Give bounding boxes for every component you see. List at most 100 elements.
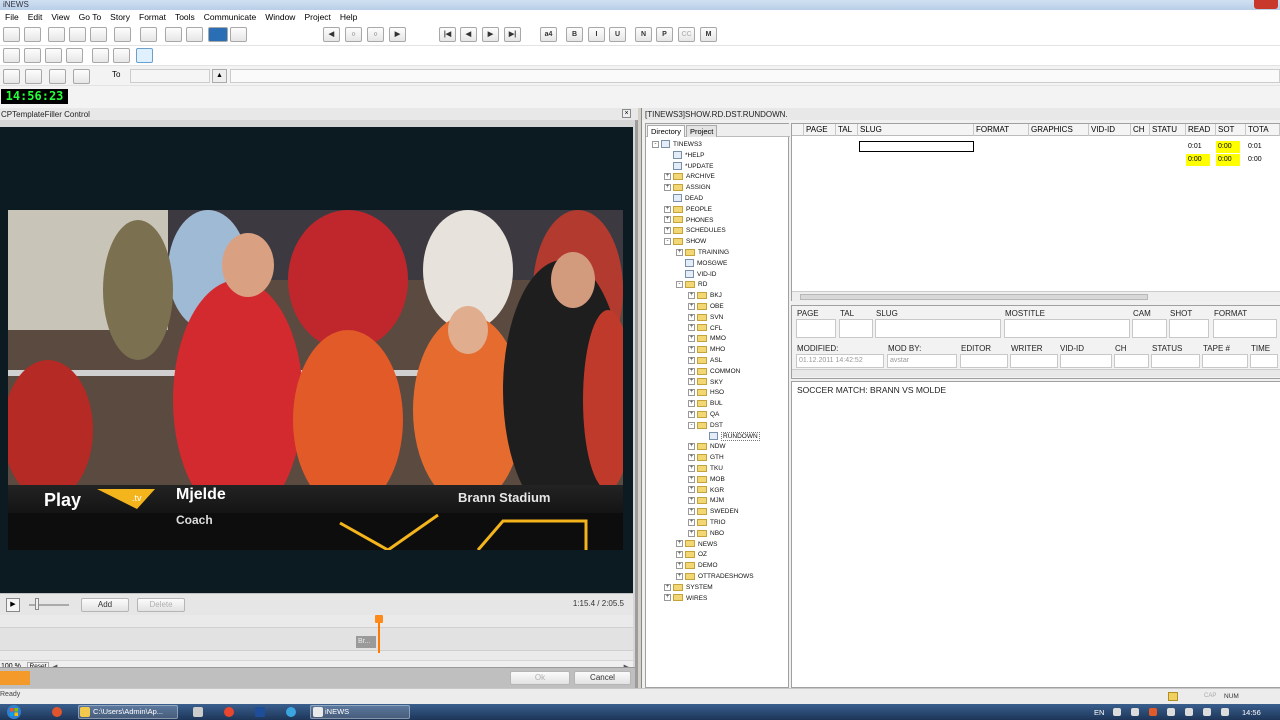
app-icon[interactable] [255, 707, 265, 717]
tree-item[interactable]: VID-ID [676, 269, 717, 280]
expand-icon[interactable]: + [688, 529, 695, 537]
tray-icon-1[interactable] [1113, 708, 1121, 716]
cam-field[interactable] [1132, 319, 1167, 338]
expand-icon[interactable]: + [688, 453, 695, 461]
tree-item[interactable]: + BKJ [688, 290, 722, 301]
tree-item[interactable]: + CFL [688, 323, 722, 334]
expand-icon[interactable]: + [688, 389, 695, 397]
start-button-icon[interactable] [3, 704, 25, 720]
layout-4-icon[interactable] [66, 48, 83, 63]
expand-icon[interactable]: + [688, 475, 695, 483]
expand-icon[interactable]: + [664, 594, 671, 602]
mostitle-field[interactable] [1004, 319, 1130, 338]
col-format[interactable]: FORMAT [974, 124, 1029, 136]
expand-icon[interactable]: + [688, 443, 695, 451]
col-read[interactable]: READ [1186, 124, 1216, 136]
tree-item[interactable]: + QA [688, 409, 719, 420]
expand-icon[interactable]: + [688, 302, 695, 310]
col-sot[interactable]: SOT [1216, 124, 1246, 136]
tree-item[interactable]: *HELP [664, 150, 705, 161]
form-scrollbar[interactable] [792, 369, 1280, 377]
language-indicator[interactable]: EN [1094, 708, 1104, 717]
col-slug[interactable]: SLUG [858, 124, 974, 136]
print-icon[interactable] [140, 27, 157, 42]
tree-item[interactable]: + GTH [688, 452, 724, 463]
expand-icon[interactable]: + [688, 518, 695, 526]
col-total[interactable]: TOTA [1246, 124, 1280, 136]
tree-item[interactable]: + SCHEDULES [664, 225, 726, 236]
closed-caption-button[interactable]: CC [678, 27, 695, 42]
tree-item[interactable]: + KGR [688, 485, 724, 496]
taskbar-item-inews[interactable]: iNEWS [310, 705, 410, 719]
collapse-icon[interactable]: - [676, 281, 683, 289]
col-page[interactable]: PAGE [804, 124, 836, 136]
tree-item[interactable]: - SHOW [664, 236, 706, 247]
slug-field[interactable] [875, 319, 1001, 338]
first-page-icon[interactable]: |◀ [439, 27, 456, 42]
story-body[interactable]: SOCCER MATCH: BRANN VS MOLDE [791, 381, 1280, 688]
italic-button[interactable]: I [588, 27, 605, 42]
tree-item[interactable]: + ASSIGN [664, 182, 711, 193]
ie-icon[interactable] [286, 707, 296, 717]
send-icon[interactable] [73, 69, 90, 84]
bold-button[interactable]: B [566, 27, 583, 42]
grid-scrollbar[interactable] [792, 291, 1280, 301]
grid-scrollbar-thumb[interactable] [800, 294, 1148, 300]
cmd-icon[interactable] [193, 707, 203, 717]
chrome-icon[interactable] [224, 707, 234, 717]
expand-icon[interactable]: + [688, 410, 695, 418]
collapse-icon[interactable]: - [688, 421, 695, 429]
open-icon[interactable] [48, 27, 65, 42]
check-icon[interactable] [90, 27, 107, 42]
underline-button[interactable]: U [609, 27, 626, 42]
tree-item[interactable]: - RD [676, 279, 707, 290]
to-field[interactable] [130, 69, 210, 83]
menu-edit[interactable]: Edit [28, 12, 43, 22]
slug-cell-editor[interactable] [859, 141, 974, 152]
tab-project[interactable]: Project [686, 125, 718, 137]
col-status[interactable]: STATU [1150, 124, 1186, 136]
network-icon[interactable] [1185, 708, 1193, 716]
tape-field[interactable] [1202, 354, 1248, 368]
expand-icon[interactable]: + [688, 507, 695, 515]
menu-window[interactable]: Window [265, 12, 295, 22]
layout-2-icon[interactable] [24, 48, 41, 63]
to-dropdown-button[interactable]: ▲ [212, 69, 227, 83]
playhead-handle[interactable] [375, 615, 383, 623]
ch-field[interactable] [1114, 354, 1149, 368]
nav-prev-icon[interactable]: ○ [345, 27, 362, 42]
tree-item[interactable]: + SVN [688, 312, 723, 323]
message-icon[interactable] [3, 69, 20, 84]
tree-item[interactable]: + MHO [688, 344, 725, 355]
expand-icon[interactable]: + [664, 227, 671, 235]
expand-icon[interactable]: + [688, 291, 695, 299]
delete-button[interactable]: Delete [137, 598, 185, 612]
tree-item[interactable]: RUNDOWN [700, 431, 760, 442]
tree-item[interactable]: + ASL [688, 355, 722, 366]
nav-first-icon[interactable]: ◀ [323, 27, 340, 42]
collapse-icon[interactable]: - [664, 237, 671, 245]
tree-item[interactable]: + NBO [688, 528, 724, 539]
expand-icon[interactable]: + [676, 551, 683, 559]
next-page-icon[interactable]: ▶ [482, 27, 499, 42]
tree-item[interactable]: + TKU [688, 463, 723, 474]
tree-item[interactable]: - DST [688, 420, 723, 431]
tree-item[interactable]: + ARCHIVE [664, 171, 715, 182]
tree-item[interactable]: + WIRES [664, 593, 707, 604]
media-player-icon[interactable] [52, 707, 62, 717]
tree-item[interactable]: + MMO [688, 333, 726, 344]
expand-icon[interactable]: + [676, 540, 683, 548]
timeline-clip[interactable]: Br... [356, 636, 376, 648]
status-field[interactable] [1151, 354, 1200, 368]
expand-icon[interactable]: + [688, 378, 695, 386]
collapse-icon[interactable]: - [652, 140, 659, 148]
cancel-button[interactable]: Cancel [574, 671, 631, 685]
col-ch[interactable]: CH [1131, 124, 1150, 136]
page-field[interactable] [796, 319, 836, 338]
tree-item[interactable]: + PHONES [664, 215, 713, 226]
tree-item[interactable]: + SKY [688, 377, 723, 388]
expand-icon[interactable]: + [688, 345, 695, 353]
tree-item[interactable]: + OZ [676, 549, 707, 560]
tree-item[interactable]: + DEMO [676, 560, 718, 571]
layout-3-icon[interactable] [45, 48, 62, 63]
